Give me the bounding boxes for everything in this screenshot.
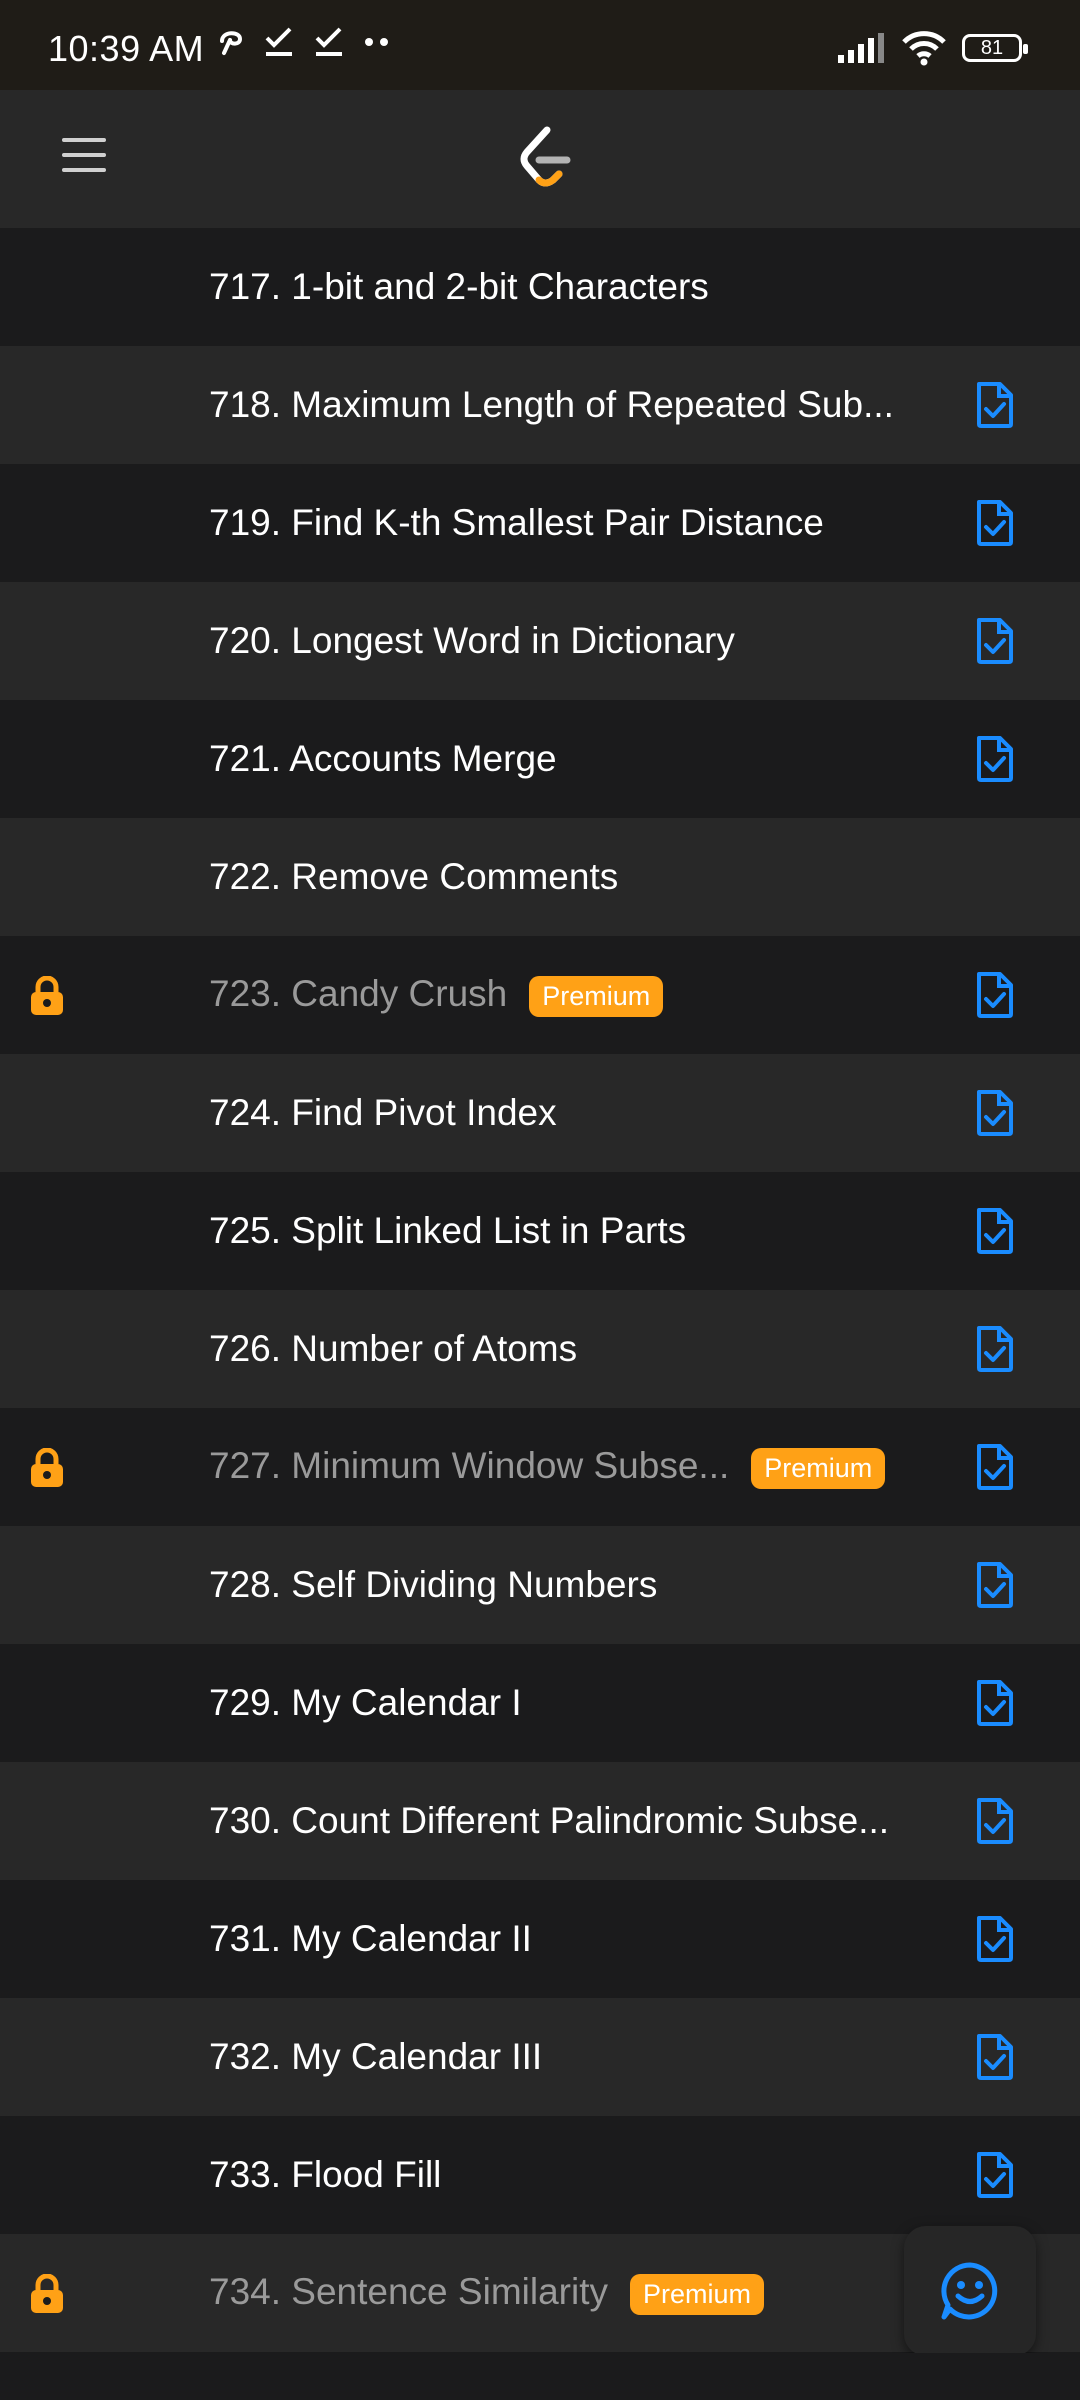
problem-title: 726. Number of Atoms bbox=[209, 1328, 577, 1370]
problem-title-text: 734. Sentence Similarity bbox=[209, 2271, 608, 2313]
problem-title: 728. Self Dividing Numbers bbox=[209, 1564, 657, 1606]
battery-level: 81 bbox=[980, 36, 1004, 59]
problem-title: 725. Split Linked List in Parts bbox=[209, 1210, 686, 1252]
problem-title: 731. My Calendar II bbox=[209, 1918, 532, 1960]
problem-row[interactable]: 725. Split Linked List in Parts bbox=[0, 1172, 1080, 1290]
solution-icon[interactable] bbox=[974, 1914, 1016, 1964]
premium-badge: Premium bbox=[751, 1447, 886, 1489]
solution-icon[interactable] bbox=[974, 1206, 1016, 1256]
signal-icon bbox=[838, 33, 884, 63]
solution-icon[interactable] bbox=[974, 734, 1016, 784]
problem-row[interactable]: 727. Minimum Window Subse... Premium bbox=[0, 1408, 1080, 1526]
problem-row[interactable]: 731. My Calendar II bbox=[0, 1880, 1080, 1998]
problem-row[interactable]: 732. My Calendar III bbox=[0, 1998, 1080, 2116]
solution-icon[interactable] bbox=[974, 970, 1016, 1020]
hamburger-icon[interactable] bbox=[62, 138, 106, 178]
status-time: 10:39 AM bbox=[48, 28, 205, 69]
problem-title-text: 717. 1-bit and 2-bit Characters bbox=[209, 266, 709, 307]
problem-row[interactable]: 717. 1-bit and 2-bit Characters bbox=[0, 228, 1080, 346]
problem-title-text: 733. Flood Fill bbox=[209, 2154, 442, 2195]
problem-title: 721. Accounts Merge bbox=[209, 738, 557, 780]
problem-row[interactable]: 726. Number of Atoms bbox=[0, 1290, 1080, 1408]
problem-title: 730. Count Different Palindromic Subse..… bbox=[209, 1800, 889, 1842]
problem-row[interactable]: 722. Remove Comments bbox=[0, 818, 1080, 936]
solution-icon[interactable] bbox=[974, 1796, 1016, 1846]
problem-row[interactable]: 719. Find K-th Smallest Pair Distance bbox=[0, 464, 1080, 582]
problem-title-text: 728. Self Dividing Numbers bbox=[209, 1564, 658, 1605]
problem-title: 723. Candy Crush Premium bbox=[209, 973, 664, 1017]
problem-title-text: 723. Candy Crush bbox=[209, 973, 508, 1015]
problem-row[interactable]: 718. Maximum Length of Repeated Sub... bbox=[0, 346, 1080, 464]
problem-title-text: 731. My Calendar II bbox=[209, 1918, 532, 1959]
problem-row-partial bbox=[0, 2353, 1080, 2400]
problem-title-text: 718. Maximum Length of Repeated Sub... bbox=[209, 384, 894, 425]
lock-icon bbox=[28, 1447, 66, 1488]
problem-title: 724. Find Pivot Index bbox=[209, 1092, 557, 1134]
lock-icon bbox=[28, 2273, 66, 2314]
problem-row[interactable]: 723. Candy Crush Premium bbox=[0, 936, 1080, 1054]
solution-icon[interactable] bbox=[974, 2032, 1016, 2082]
problem-title-text: 725. Split Linked List in Parts bbox=[209, 1210, 687, 1251]
solution-icon[interactable] bbox=[974, 616, 1016, 666]
problem-title-text: 719. Find K-th Smallest Pair Distance bbox=[209, 502, 824, 543]
problem-title: 729. My Calendar I bbox=[209, 1682, 522, 1724]
problem-title-text: 721. Accounts Merge bbox=[209, 738, 557, 779]
solution-icon[interactable] bbox=[974, 1442, 1016, 1492]
problem-row[interactable]: 721. Accounts Merge bbox=[0, 700, 1080, 818]
smiley-chat-icon bbox=[941, 2262, 998, 2320]
problem-row[interactable]: 728. Self Dividing Numbers bbox=[0, 1526, 1080, 1644]
solution-icon[interactable] bbox=[974, 1678, 1016, 1728]
problem-row[interactable]: 733. Flood Fill bbox=[0, 2116, 1080, 2234]
problem-title: 717. 1-bit and 2-bit Characters bbox=[209, 266, 709, 308]
problem-title: 734. Sentence Similarity Premium bbox=[209, 2271, 764, 2315]
problem-row[interactable]: 724. Find Pivot Index bbox=[0, 1054, 1080, 1172]
premium-badge: Premium bbox=[529, 975, 664, 1017]
problem-title-text: 730. Count Different Palindromic Subse..… bbox=[209, 1800, 890, 1841]
lock-icon bbox=[28, 975, 66, 1016]
task-check-icon bbox=[315, 27, 342, 56]
problem-title: 719. Find K-th Smallest Pair Distance bbox=[209, 502, 824, 544]
solution-icon[interactable] bbox=[974, 498, 1016, 548]
problem-row[interactable]: 730. Count Different Palindromic Subse..… bbox=[0, 1762, 1080, 1880]
problem-title-text: 724. Find Pivot Index bbox=[209, 1092, 557, 1133]
problem-row[interactable]: 720. Longest Word in Dictionary bbox=[0, 582, 1080, 700]
problem-title-text: 727. Minimum Window Subse... bbox=[209, 1445, 730, 1487]
battery-icon: 81 bbox=[962, 34, 1028, 62]
task-check-icon bbox=[265, 27, 292, 56]
problem-title: 733. Flood Fill bbox=[209, 2154, 441, 2196]
problem-title-text: 726. Number of Atoms bbox=[209, 1328, 578, 1369]
feedback-fab-button[interactable] bbox=[904, 2226, 1036, 2356]
problem-title: 718. Maximum Length of Repeated Sub... bbox=[209, 384, 894, 426]
problem-list: 717. 1-bit and 2-bit Characters 718. Maxi… bbox=[0, 228, 1080, 2352]
notification-swirl-icon bbox=[220, 31, 243, 55]
problem-title: 722. Remove Comments bbox=[209, 856, 618, 898]
premium-badge: Premium bbox=[629, 2273, 764, 2315]
problem-title: 727. Minimum Window Subse... Premium bbox=[209, 1445, 886, 1489]
problem-title: 732. My Calendar III bbox=[209, 2036, 542, 2078]
app-bar bbox=[0, 90, 1080, 228]
problem-title: 720. Longest Word in Dictionary bbox=[209, 620, 735, 662]
problem-title-text: 729. My Calendar I bbox=[209, 1682, 522, 1723]
problem-row[interactable]: 729. My Calendar I bbox=[0, 1644, 1080, 1762]
problem-title-text: 722. Remove Comments bbox=[209, 856, 619, 897]
problem-title-text: 732. My Calendar III bbox=[209, 2036, 543, 2077]
more-dots-icon bbox=[365, 38, 388, 46]
status-bar: 10:39 AM 81 bbox=[0, 0, 1080, 90]
solution-icon[interactable] bbox=[974, 380, 1016, 430]
leetcode-logo-icon[interactable] bbox=[515, 126, 575, 192]
solution-icon[interactable] bbox=[974, 2150, 1016, 2200]
solution-icon[interactable] bbox=[974, 1088, 1016, 1138]
problem-title-text: 720. Longest Word in Dictionary bbox=[209, 620, 735, 661]
solution-icon[interactable] bbox=[974, 1560, 1016, 1610]
wifi-icon bbox=[902, 31, 946, 66]
solution-icon[interactable] bbox=[974, 1324, 1016, 1374]
